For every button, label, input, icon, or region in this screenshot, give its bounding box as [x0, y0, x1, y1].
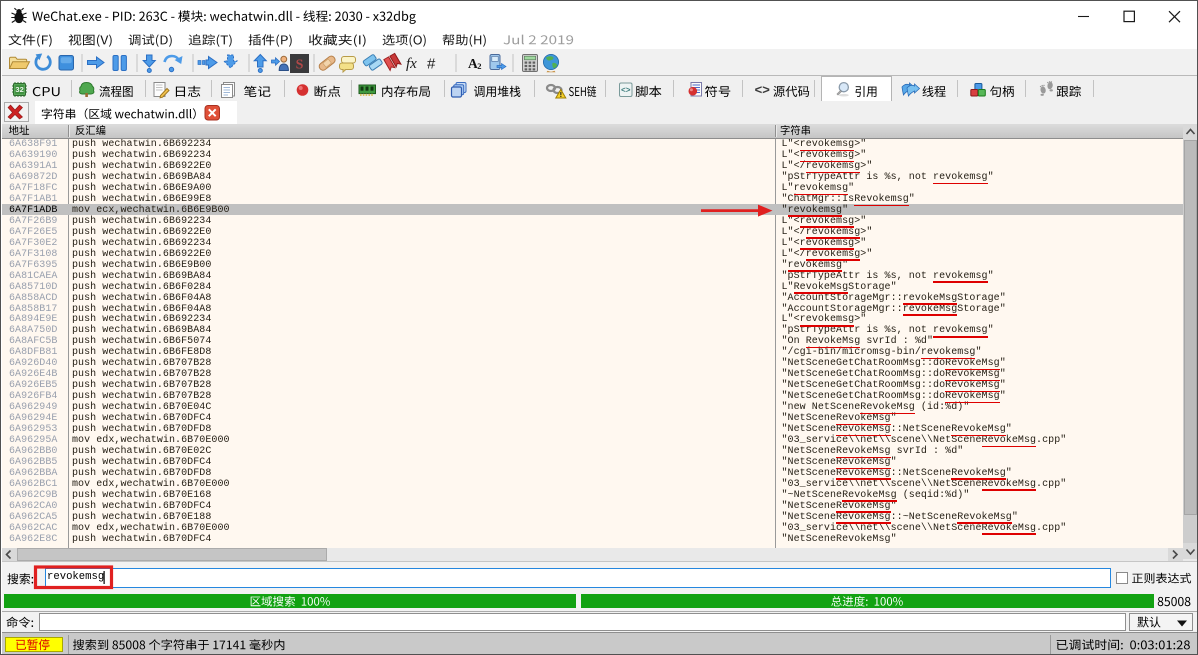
svg-text:2: 2: [477, 61, 481, 71]
svg-text:<>: <>: [755, 82, 771, 97]
svg-text:<>: <>: [621, 87, 631, 96]
svg-text:32: 32: [15, 85, 23, 94]
svg-text:fx: fx: [406, 56, 417, 72]
svg-text:#: #: [427, 56, 436, 73]
svg-text:S: S: [296, 58, 304, 73]
